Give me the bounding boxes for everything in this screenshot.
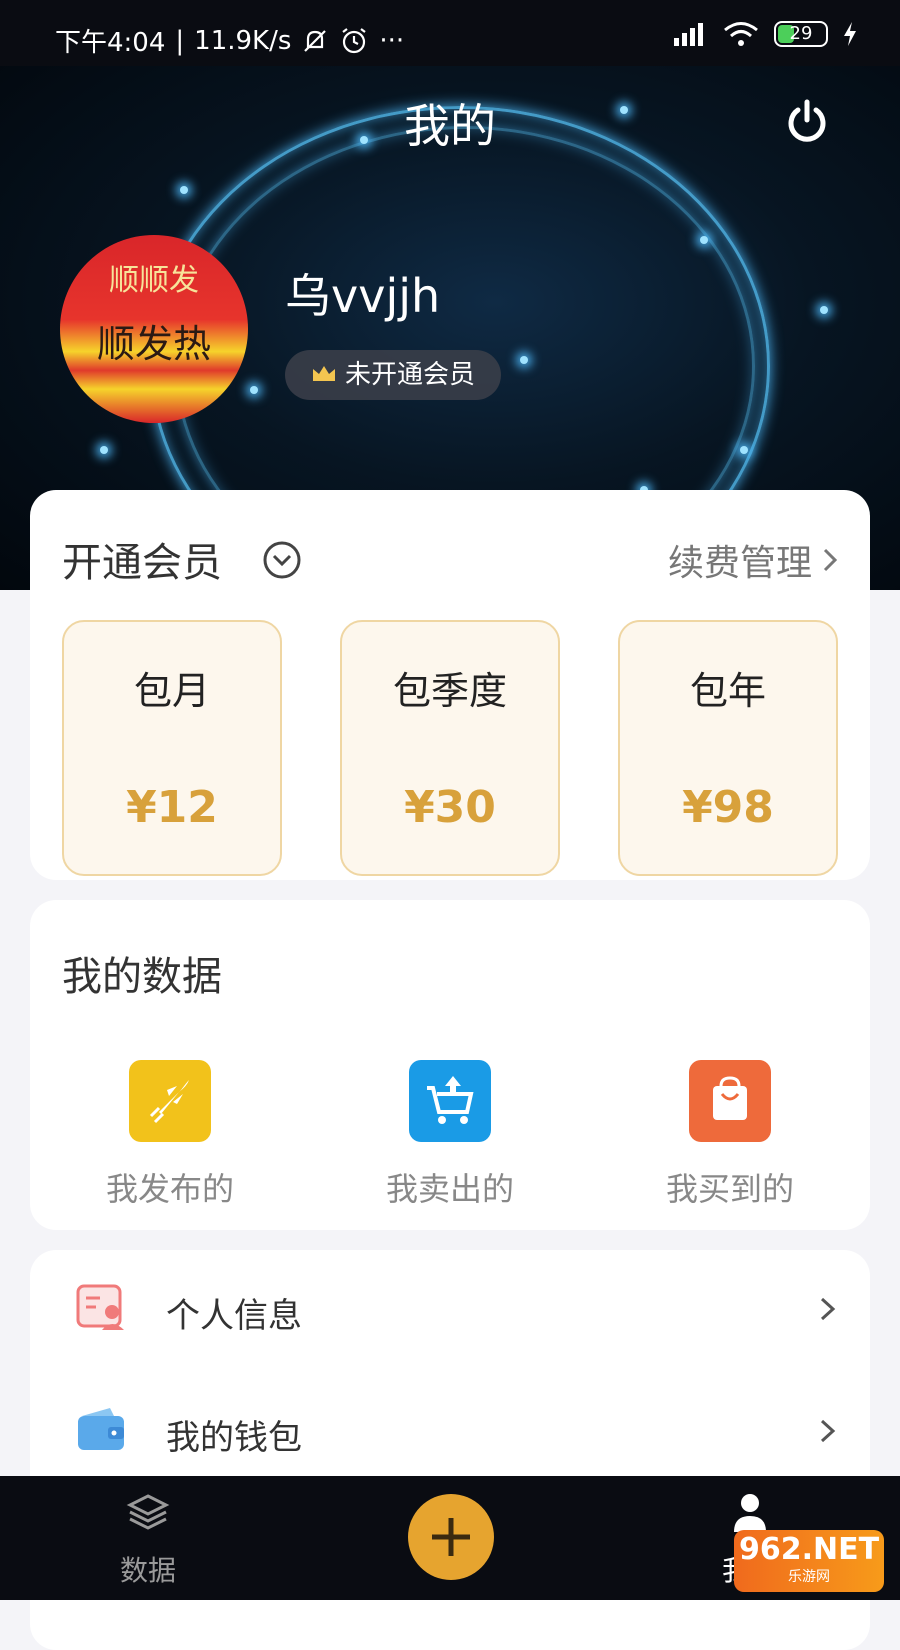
avatar-text-top: 顺顺发 [109,263,199,298]
membership-title: 开通会员 [62,540,222,586]
signal-icon [674,23,703,46]
chevron-circle-down-icon[interactable] [262,540,302,580]
my-published-button[interactable]: 我发布的 [50,1060,290,1210]
plan-price: ¥30 [404,782,496,833]
shopping-bag-icon [689,1060,771,1142]
mute-bell-icon [304,29,327,52]
power-icon[interactable] [784,98,830,144]
add-button[interactable] [408,1494,494,1580]
status-more: ··· [379,25,405,56]
glow-dot [250,386,258,394]
plan-name: 包月 [133,669,210,713]
tab-data[interactable]: 数据 [68,1490,228,1589]
my-bought-button[interactable]: 我买到的 [610,1060,850,1210]
my-sold-button[interactable]: 我卖出的 [330,1060,570,1210]
username: 乌vvjjh [285,269,441,323]
cart-upload-icon [409,1060,491,1142]
glow-dot [820,306,828,314]
plan-name: 包季度 [392,669,507,713]
battery-level: 29 [789,23,813,44]
my-sold-label: 我卖出的 [385,1170,514,1208]
my-data-title: 我的数据 [62,954,222,1000]
renew-management-link[interactable]: 续费管理 [668,534,838,586]
wifi-icon [724,22,758,46]
charging-icon [844,22,856,46]
vip-status-label: 未开通会员 [345,360,476,390]
status-net-speed: 11.9K/s [194,25,292,56]
plan-monthly[interactable]: 包月 ¥12 [62,620,282,876]
status-time: 下午4:04 [55,28,166,58]
battery-icon: 29 [774,21,828,47]
tab-data-label: 数据 [119,1554,176,1587]
status-left: 下午4:04 | 11.9K/s ··· [55,22,404,59]
glow-dot [520,356,528,364]
plan-yearly[interactable]: 包年 ¥98 [618,620,838,876]
page-title: 我的 [404,99,496,153]
chevron-right-icon [820,1419,836,1443]
chevron-right-icon [820,1297,836,1321]
chevron-right-icon [823,548,838,572]
status-divider: | [175,25,185,56]
plan-price: ¥12 [126,782,218,833]
my-bought-label: 我买到的 [665,1170,794,1208]
membership-card: 开通会员 续费管理 包月 ¥12 包季度 ¥30 包年 ¥98 [30,490,870,880]
status-bar: 下午4:04 | 11.9K/s ··· 29 [0,0,900,66]
vip-status-badge[interactable]: 未开通会员 [285,350,502,400]
menu-item-label: 个人信息 [166,1296,302,1336]
crown-icon [313,366,335,381]
plan-quarterly[interactable]: 包季度 ¥30 [340,620,560,876]
plan-price: ¥98 [682,782,774,833]
glow-dot [740,446,748,454]
layers-icon [126,1494,170,1530]
avatar[interactable]: 顺顺发 顺发热 [60,235,248,423]
avatar-text-main: 顺发热 [96,322,211,366]
alarm-icon [342,27,367,53]
profile-card-icon [76,1284,124,1330]
menu-item-wallet[interactable]: 我的钱包 [30,1372,870,1492]
user-icon [734,1494,766,1532]
my-data-card: 我的数据 我发布的 我卖出的 我买到的 [30,900,870,1230]
menu-item-label: 我的钱包 [166,1418,302,1458]
menu-item-personal-info[interactable]: 个人信息 [30,1250,870,1370]
watermark-logo: 962.NET 乐游网 [734,1530,884,1592]
watermark-sub: 乐游网 [788,1569,830,1585]
glow-dot [100,446,108,454]
glow-dot [700,236,708,244]
plan-name: 包年 [689,669,766,713]
renew-management-label: 续费管理 [667,543,812,584]
status-right: 29 [672,20,858,48]
glow-dot [180,186,188,194]
watermark-brand: 962.NET [738,1532,880,1567]
my-published-label: 我发布的 [105,1170,234,1208]
wallet-icon [78,1408,124,1450]
plus-icon [432,1518,470,1556]
rocket-icon [129,1060,211,1142]
